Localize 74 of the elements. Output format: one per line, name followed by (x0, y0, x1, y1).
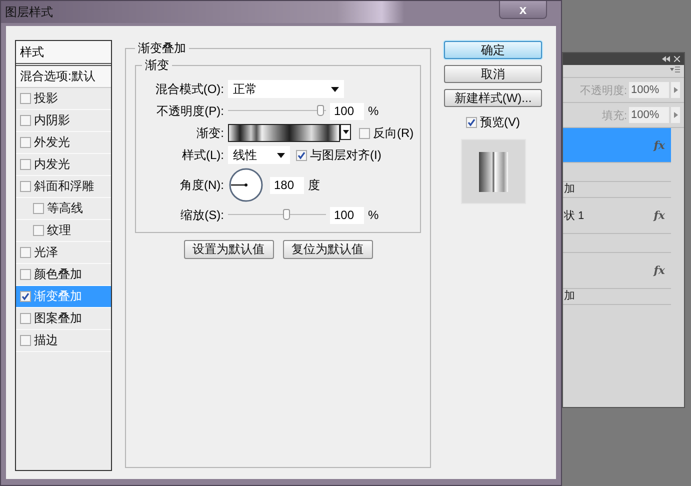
blend-mode-dropdown[interactable]: 正常 (228, 80, 344, 98)
fx-label: fx (654, 138, 665, 152)
dialog-button[interactable]: 确定 (444, 41, 542, 59)
style-list-item[interactable]: 图案叠加 (16, 308, 111, 330)
checkbox-label: 与图层对齐(I) (310, 146, 382, 164)
style-list-item[interactable]: 混合选项:默认 (16, 66, 111, 88)
checkbox-label: 预览(V) (480, 114, 520, 130)
style-list-item[interactable]: 投影 (16, 88, 111, 110)
checkbox[interactable] (296, 150, 307, 160)
input-field[interactable]: 100 (330, 102, 364, 120)
preview-thumbnail (460, 139, 526, 204)
opacity-field[interactable]: 100% (629, 82, 669, 98)
fx-label: fx (654, 209, 665, 222)
style-list-item[interactable]: 描边 (16, 330, 111, 352)
input-field[interactable]: 180 (270, 176, 304, 194)
slider[interactable] (228, 209, 326, 221)
caret-icon (331, 86, 339, 92)
slider[interactable] (228, 105, 326, 117)
style-list-item[interactable]: 斜面和浮雕 (16, 176, 111, 198)
style-dropdown[interactable]: 线性 (228, 146, 290, 164)
unit-label: % (368, 208, 379, 222)
checkbox[interactable] (20, 247, 31, 258)
checkbox[interactable] (33, 203, 44, 214)
checkbox[interactable] (359, 128, 370, 138)
style-list-item[interactable]: 外发光 (16, 132, 111, 154)
style-list-item[interactable]: 内阴影 (16, 110, 111, 132)
field-label: 缩放(S): (180, 206, 224, 224)
gradient-swatch[interactable] (228, 124, 340, 142)
style-list-item[interactable]: 内发光 (16, 154, 111, 176)
window-title: 图层样式 (5, 4, 53, 20)
unit-label: 度 (308, 176, 320, 194)
default-button[interactable]: 设置为默认值 (184, 240, 274, 259)
field-label: 不透明度(P): (156, 102, 224, 120)
checkbox[interactable] (33, 225, 44, 236)
default-button[interactable]: 复位为默认值 (282, 240, 372, 259)
checkbox[interactable] (20, 335, 31, 346)
field-label: 角度(N): (179, 176, 224, 194)
dialog-button[interactable]: 取消 (444, 65, 542, 83)
field-label: 渐变: (196, 124, 224, 142)
checkbox[interactable] (20, 137, 31, 148)
unit-label: % (368, 104, 379, 118)
checkbox[interactable] (20, 313, 31, 324)
checkbox[interactable] (466, 116, 477, 128)
fx-label: fx (654, 264, 665, 277)
checkbox-label: 反向(R) (373, 124, 414, 142)
field-label: 混合模式(O): (154, 80, 224, 98)
gradient-dropdown-button[interactable] (340, 124, 351, 140)
input-field[interactable]: 100 (330, 206, 364, 224)
checkbox[interactable] (20, 291, 31, 302)
group-title: 渐变 (144, 57, 170, 74)
layer-name: 状 1 (564, 209, 584, 223)
checkbox[interactable] (20, 93, 31, 104)
dialog-button[interactable]: 新建样式(W)... (444, 89, 542, 107)
slider-thumb[interactable] (317, 105, 324, 116)
list-header: 样式 (16, 41, 111, 66)
style-list-item[interactable]: 纹理 (16, 220, 111, 242)
checkbox[interactable] (20, 269, 31, 280)
effect-row[interactable]: 加 (563, 289, 671, 305)
close-button[interactable]: x (499, 1, 547, 19)
style-list-item[interactable]: 等高线 (16, 198, 111, 220)
field-label: 样式(L): (181, 146, 224, 164)
checkbox[interactable] (20, 159, 31, 170)
slider-thumb[interactable] (282, 209, 290, 220)
field-label: 填充: (602, 108, 627, 122)
checkbox[interactable] (20, 181, 31, 192)
close-icon[interactable] (674, 54, 680, 64)
checkbox[interactable] (20, 115, 31, 126)
caret-icon (277, 152, 285, 158)
collapse-icon (662, 54, 670, 64)
angle-dial[interactable] (228, 167, 264, 203)
field-label: 不透明度: (580, 84, 627, 98)
fill-field[interactable]: 100% (629, 107, 669, 123)
style-list-item[interactable]: 光泽 (16, 242, 111, 264)
section-title: 渐变叠加 (137, 40, 187, 57)
